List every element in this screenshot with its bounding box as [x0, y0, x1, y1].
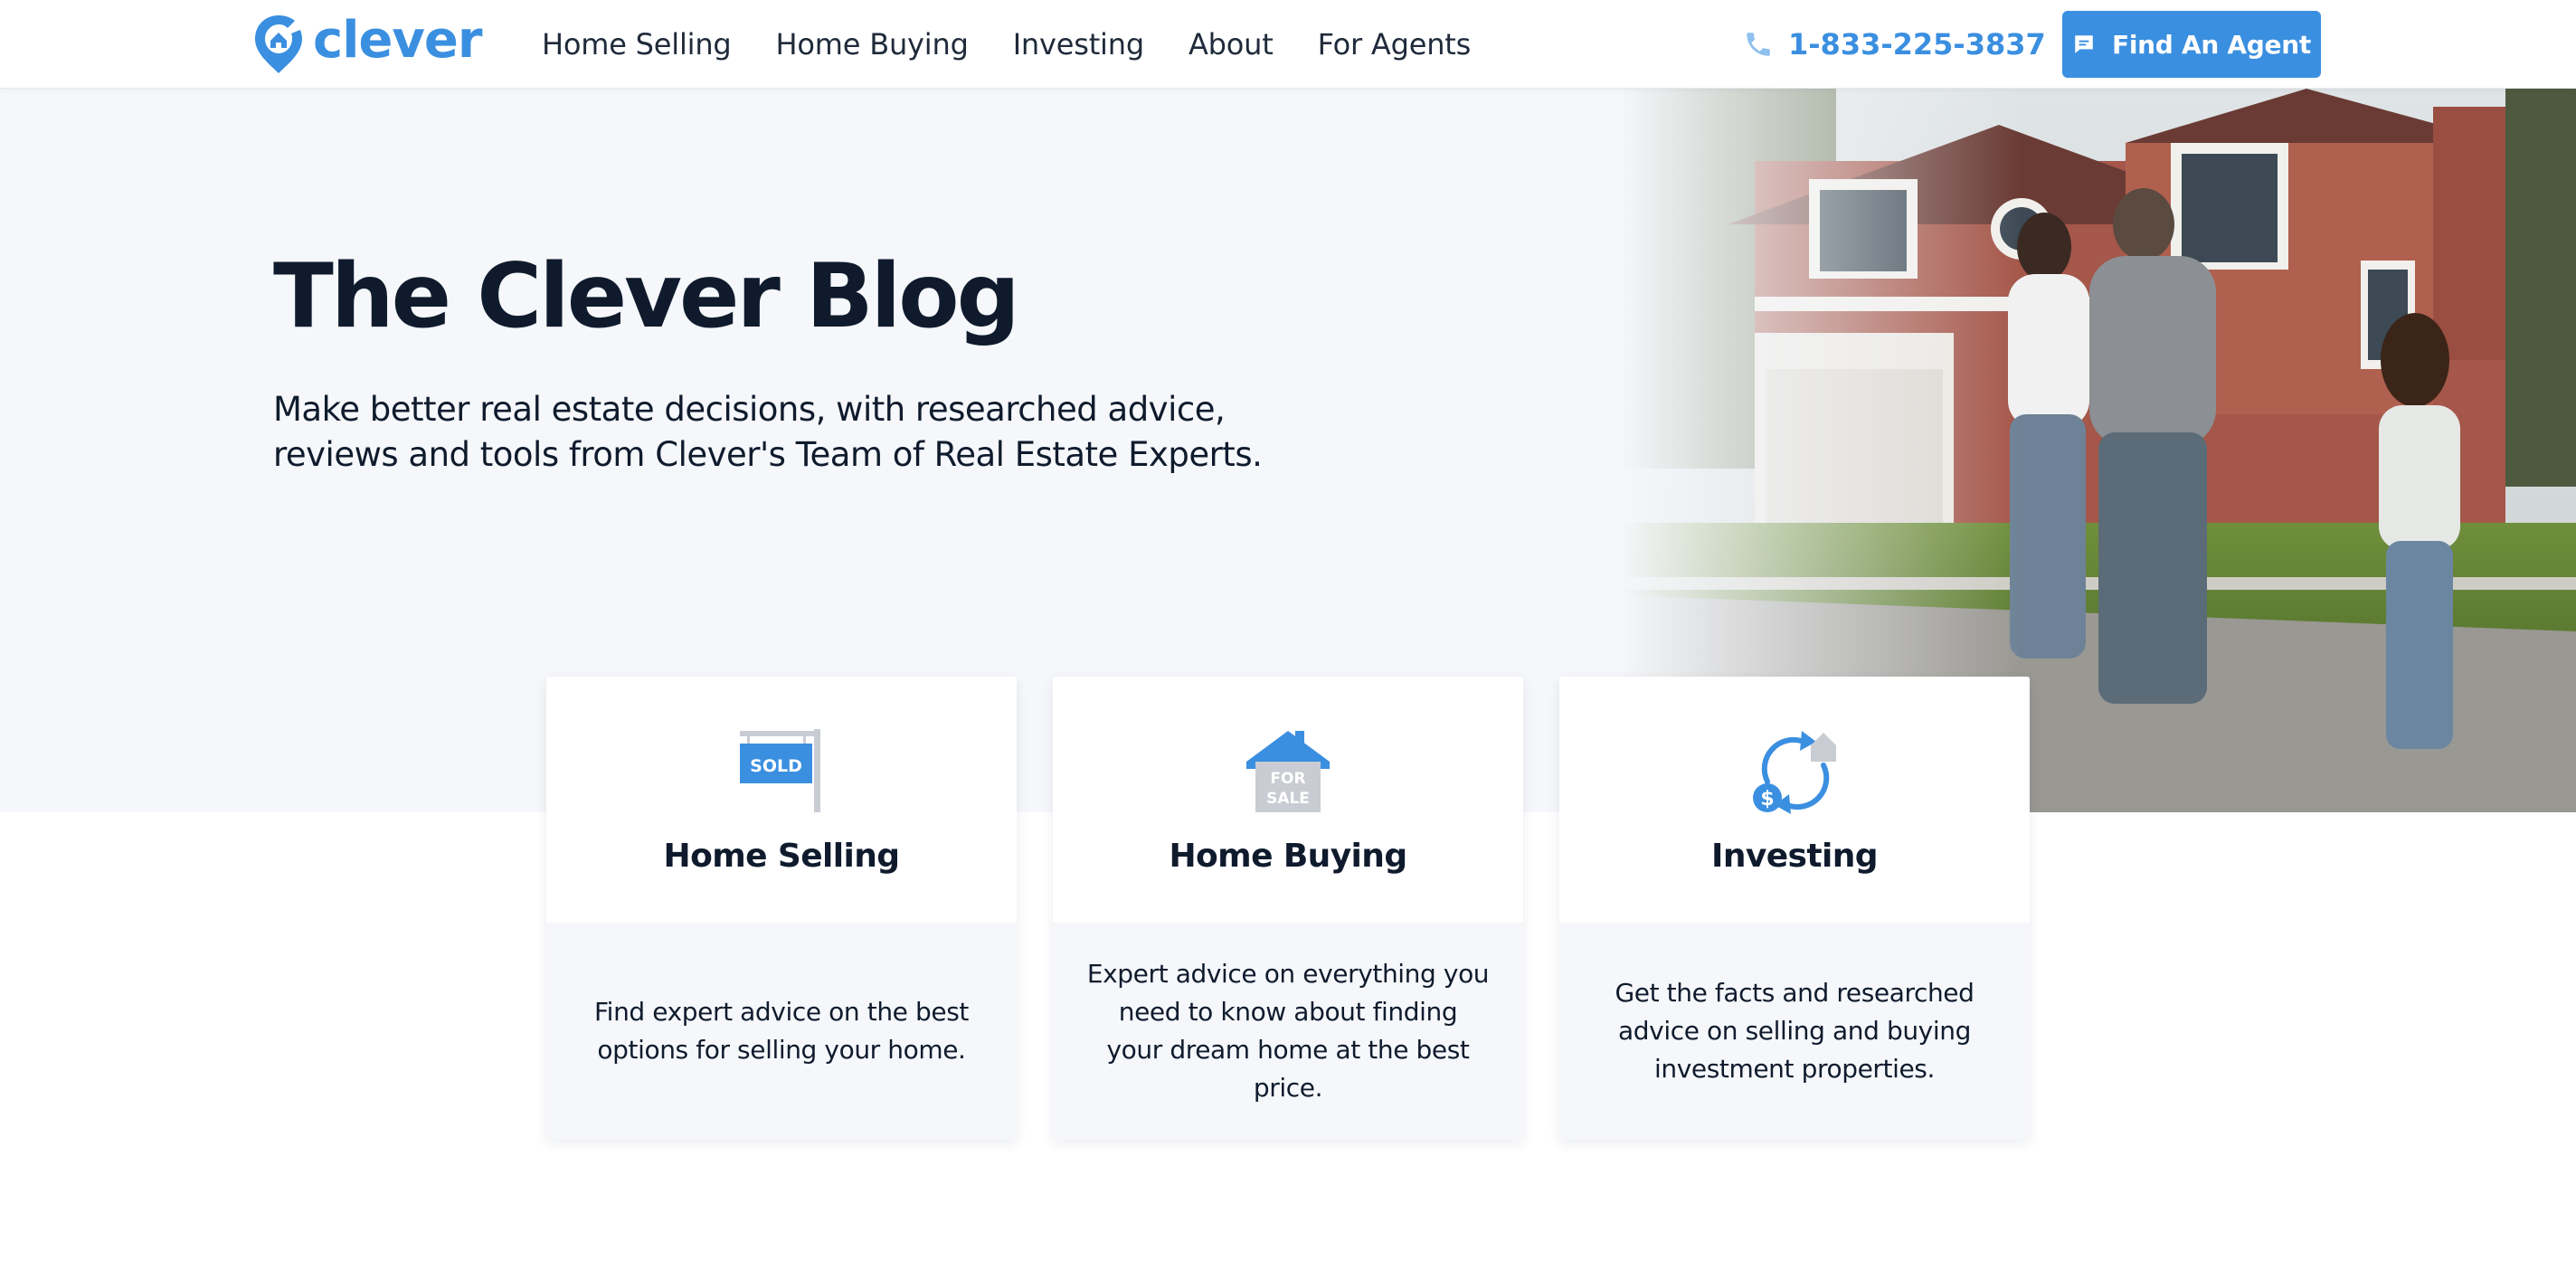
card-description-line: Expert advice on everything you — [1086, 959, 1490, 989]
category-card-home-buying[interactable]: FOR SALE Home Buying Expert advice on ev… — [1053, 677, 1523, 1140]
phone-link[interactable]: 1-833-225-3837 — [1743, 0, 2046, 89]
card-description-line: price. — [1253, 1073, 1323, 1103]
for-sale-house-icon: FOR SALE — [1246, 731, 1330, 812]
nav-link-investing[interactable]: Investing — [1013, 27, 1144, 62]
card-body: Expert advice on everything you need to … — [1053, 923, 1523, 1140]
hero-subtitle-line: reviews and tools from Clever's Team of … — [273, 435, 1263, 474]
card-description: Expert advice on everything you need to … — [1086, 955, 1490, 1107]
for-sale-text-line: FOR — [1270, 770, 1305, 788]
nav-link-for-agents[interactable]: For Agents — [1318, 27, 1472, 62]
card-description-line: investment properties. — [1653, 1054, 1935, 1084]
card-description: Find expert advice on the best options f… — [594, 993, 969, 1069]
card-description-line: Find expert advice on the best — [594, 997, 969, 1027]
dollar-sign-text: $ — [1760, 788, 1774, 810]
phone-number: 1-833-225-3837 — [1788, 27, 2046, 62]
chat-bubble-icon — [2075, 35, 2093, 53]
clever-pin-logo-icon — [255, 15, 302, 73]
sold-sign-text: SOLD — [750, 756, 802, 776]
card-description-line: advice on selling and buying — [1618, 1016, 1971, 1046]
nav-link-about[interactable]: About — [1189, 27, 1274, 62]
nav-link-home-selling[interactable]: Home Selling — [542, 27, 732, 62]
card-description-line: your dream home at the best — [1106, 1035, 1470, 1065]
card-title: Investing — [1711, 838, 1878, 875]
find-an-agent-button[interactable]: Find An Agent — [2062, 11, 2321, 78]
find-an-agent-label: Find An Agent — [2112, 29, 2311, 60]
logo-wordmark: clever — [313, 11, 482, 70]
page-title: The Clever Blog — [273, 245, 1020, 348]
clever-logo[interactable]: clever — [253, 11, 482, 78]
hero-subtitle: Make better real estate decisions, with … — [273, 387, 1286, 478]
card-description: Get the facts and researched advice on s… — [1615, 974, 1974, 1088]
category-card-home-selling[interactable]: SOLD Home Selling Find expert advice on … — [546, 677, 1017, 1140]
card-header: $ Investing — [1559, 677, 2030, 923]
main-menu: Home Selling Home Buying Investing About… — [542, 0, 1515, 89]
card-header: SOLD Home Selling — [546, 677, 1017, 923]
card-title: Home Buying — [1169, 838, 1408, 875]
card-header: FOR SALE Home Buying — [1053, 677, 1523, 923]
card-body: Find expert advice on the best options f… — [546, 923, 1017, 1140]
for-sale-text-line: SALE — [1266, 790, 1310, 808]
hero-subtitle-line: Make better real estate decisions, with … — [273, 390, 1226, 429]
investing-cycle-icon: $ — [1753, 731, 1836, 814]
nav-link-home-buying[interactable]: Home Buying — [776, 27, 969, 62]
sold-sign-icon: SOLD — [740, 729, 820, 812]
card-body: Get the facts and researched advice on s… — [1559, 923, 2030, 1140]
category-cards: SOLD Home Selling Find expert advice on … — [546, 677, 2030, 1140]
card-description-line: Get the facts and researched — [1615, 978, 1975, 1008]
card-description-line: options for selling your home. — [597, 1035, 966, 1065]
card-title: Home Selling — [663, 838, 900, 875]
top-navigation: clever Home Selling Home Buying Investin… — [0, 0, 2576, 89]
phone-icon — [1747, 33, 1770, 56]
card-description-line: need to know about finding — [1118, 997, 1458, 1027]
category-card-investing[interactable]: $ Investing Get the facts and researched… — [1559, 677, 2030, 1140]
